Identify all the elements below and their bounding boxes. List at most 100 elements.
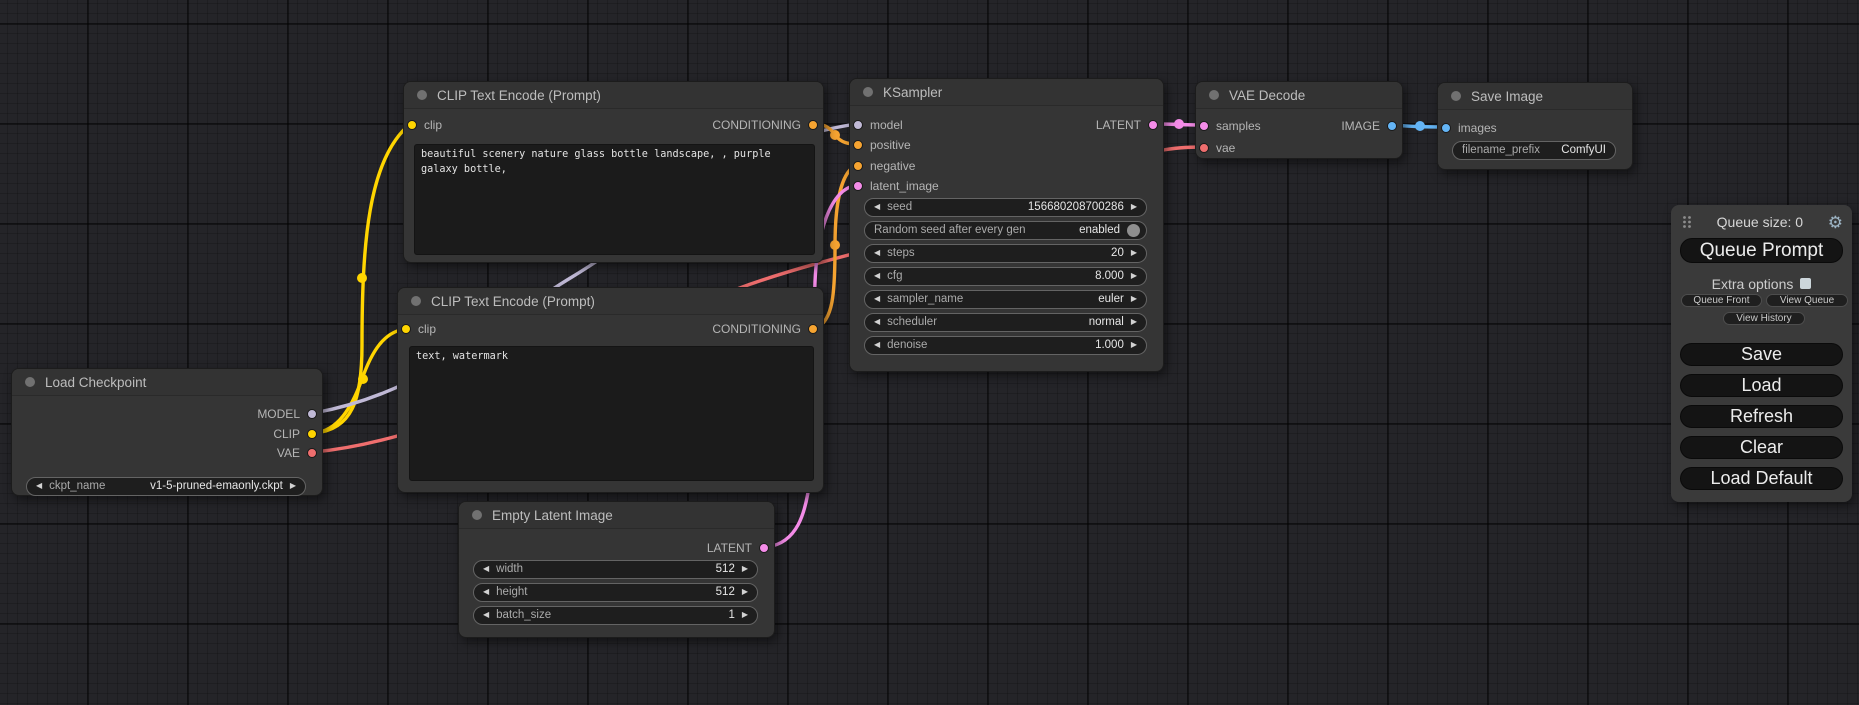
increment-arrow-icon[interactable]: ▶ (1131, 272, 1137, 280)
output-CLIP[interactable]: CLIP (273, 426, 317, 442)
node-clip-text-encode-positive[interactable]: CLIP Text Encode (Prompt) clip CONDITIONIN… (403, 81, 824, 263)
widget-seed[interactable]: ◀seed156680208700286▶ (864, 198, 1147, 217)
node-save-image[interactable]: Save Image images filename_prefixComfyUI (1437, 82, 1633, 170)
collapse-dot-icon[interactable] (411, 296, 421, 306)
increment-arrow-icon[interactable]: ▶ (1131, 318, 1137, 326)
view-history-button[interactable]: View History (1723, 312, 1805, 325)
output-CONDITIONING[interactable]: CONDITIONING (712, 117, 818, 133)
clear-button[interactable]: Clear (1680, 436, 1843, 459)
conditioning-input-port-icon[interactable] (853, 161, 863, 171)
queue-prompt-button[interactable]: Queue Prompt (1680, 238, 1843, 263)
input-positive[interactable]: positive (853, 137, 911, 153)
node-empty-latent-image[interactable]: Empty Latent Image LATENT ◀width512▶ ◀heigh… (458, 501, 775, 638)
drag-handle-icon[interactable] (1682, 215, 1692, 229)
node-ksampler[interactable]: KSampler model positive negative latent_imag… (849, 78, 1164, 372)
increment-arrow-icon[interactable]: ▶ (1131, 203, 1137, 211)
decrement-arrow-icon[interactable]: ◀ (874, 272, 880, 280)
widget-ckpt_name[interactable]: ◀ckpt_namev1-5-pruned-emaonly.ckpt▶ (26, 477, 306, 496)
input-latent_image[interactable]: latent_image (853, 178, 939, 194)
decrement-arrow-icon[interactable]: ◀ (483, 588, 489, 596)
conditioning-input-port-icon[interactable] (853, 140, 863, 150)
model-output-port-icon[interactable] (307, 409, 317, 419)
widget-height[interactable]: ◀height512▶ (473, 583, 758, 602)
widget-steps[interactable]: ◀steps20▶ (864, 244, 1147, 263)
decrement-arrow-icon[interactable]: ◀ (874, 341, 880, 349)
widget-sampler_name[interactable]: ◀sampler_nameeuler▶ (864, 290, 1147, 309)
output-CONDITIONING[interactable]: CONDITIONING (712, 321, 818, 337)
node-vae-decode[interactable]: VAE Decode samples vae IMAGE (1195, 81, 1403, 159)
image-output-port-icon[interactable] (1387, 121, 1397, 131)
vae-input-port-icon[interactable] (1199, 143, 1209, 153)
latent-input-port-icon[interactable] (1199, 121, 1209, 131)
collapse-dot-icon[interactable] (417, 90, 427, 100)
increment-arrow-icon[interactable]: ▶ (290, 482, 296, 490)
prompt-textarea[interactable]: text, watermark (409, 346, 814, 481)
node-title-bar[interactable]: Load Checkpoint (12, 369, 322, 396)
latent-output-port-icon[interactable] (1148, 120, 1158, 130)
output-VAE[interactable]: VAE (277, 445, 317, 461)
latent-output-port-icon[interactable] (759, 543, 769, 553)
queue-front-button[interactable]: Queue Front (1681, 294, 1762, 307)
decrement-arrow-icon[interactable]: ◀ (36, 482, 42, 490)
decrement-arrow-icon[interactable]: ◀ (483, 611, 489, 619)
node-title-bar[interactable]: Empty Latent Image (459, 502, 774, 529)
increment-arrow-icon[interactable]: ▶ (742, 588, 748, 596)
toggle-knob-icon[interactable] (1127, 224, 1140, 237)
decrement-arrow-icon[interactable]: ◀ (874, 203, 880, 211)
extra-options-checkbox[interactable] (1800, 278, 1811, 289)
prompt-textarea[interactable]: beautiful scenery nature glass bottle la… (414, 144, 815, 255)
output-MODEL[interactable]: MODEL (257, 406, 317, 422)
widget-scheduler[interactable]: ◀schedulernormal▶ (864, 313, 1147, 332)
decrement-arrow-icon[interactable]: ◀ (483, 565, 489, 573)
widget-batch_size[interactable]: ◀batch_size1▶ (473, 606, 758, 625)
node-title-bar[interactable]: CLIP Text Encode (Prompt) (404, 82, 823, 109)
widget-filename_prefix[interactable]: filename_prefixComfyUI (1452, 141, 1616, 160)
latent-input-port-icon[interactable] (853, 181, 863, 191)
node-clip-text-encode-negative[interactable]: CLIP Text Encode (Prompt) clip CONDITIONIN… (397, 287, 824, 493)
conditioning-output-port-icon[interactable] (808, 120, 818, 130)
output-LATENT[interactable]: LATENT (707, 540, 769, 556)
save-button[interactable]: Save (1680, 343, 1843, 366)
refresh-button[interactable]: Refresh (1680, 405, 1843, 428)
input-samples[interactable]: samples (1199, 118, 1261, 134)
output-LATENT[interactable]: LATENT (1096, 117, 1158, 133)
load-default-button[interactable]: Load Default (1680, 467, 1843, 490)
clip-input-port-icon[interactable] (401, 324, 411, 334)
decrement-arrow-icon[interactable]: ◀ (874, 249, 880, 257)
input-clip[interactable]: clip (407, 117, 442, 133)
clip-output-port-icon[interactable] (307, 429, 317, 439)
graph-canvas[interactable]: Load Checkpoint MODEL CLIP VAE ◀ckpt_namev1-… (0, 0, 1859, 705)
collapse-dot-icon[interactable] (863, 87, 873, 97)
settings-gear-icon[interactable]: ⚙ (1828, 214, 1843, 231)
node-title-bar[interactable]: VAE Decode (1196, 82, 1402, 109)
input-negative[interactable]: negative (853, 158, 915, 174)
collapse-dot-icon[interactable] (472, 510, 482, 520)
decrement-arrow-icon[interactable]: ◀ (874, 318, 880, 326)
view-queue-button[interactable]: View Queue (1766, 294, 1848, 307)
model-input-port-icon[interactable] (853, 120, 863, 130)
widget-width[interactable]: ◀width512▶ (473, 560, 758, 579)
widget-Random seed after every gen[interactable]: Random seed after every genenabled (864, 221, 1147, 240)
node-title-bar[interactable]: Save Image (1438, 83, 1632, 110)
output-IMAGE[interactable]: IMAGE (1341, 118, 1397, 134)
widget-denoise[interactable]: ◀denoise1.000▶ (864, 336, 1147, 355)
conditioning-output-port-icon[interactable] (808, 324, 818, 334)
node-title-bar[interactable]: CLIP Text Encode (Prompt) (398, 288, 823, 315)
widget-cfg[interactable]: ◀cfg8.000▶ (864, 267, 1147, 286)
increment-arrow-icon[interactable]: ▶ (1131, 341, 1137, 349)
node-load-checkpoint[interactable]: Load Checkpoint MODEL CLIP VAE ◀ckpt_namev1-… (11, 368, 323, 496)
vae-output-port-icon[interactable] (307, 448, 317, 458)
node-title-bar[interactable]: KSampler (850, 79, 1163, 106)
input-clip[interactable]: clip (401, 321, 436, 337)
input-model[interactable]: model (853, 117, 903, 133)
input-images[interactable]: images (1441, 120, 1497, 136)
collapse-dot-icon[interactable] (1209, 90, 1219, 100)
load-button[interactable]: Load (1680, 374, 1843, 397)
clip-input-port-icon[interactable] (407, 120, 417, 130)
collapse-dot-icon[interactable] (1451, 91, 1461, 101)
image-input-port-icon[interactable] (1441, 123, 1451, 133)
increment-arrow-icon[interactable]: ▶ (742, 611, 748, 619)
input-vae[interactable]: vae (1199, 140, 1235, 156)
increment-arrow-icon[interactable]: ▶ (1131, 249, 1137, 257)
increment-arrow-icon[interactable]: ▶ (1131, 295, 1137, 303)
